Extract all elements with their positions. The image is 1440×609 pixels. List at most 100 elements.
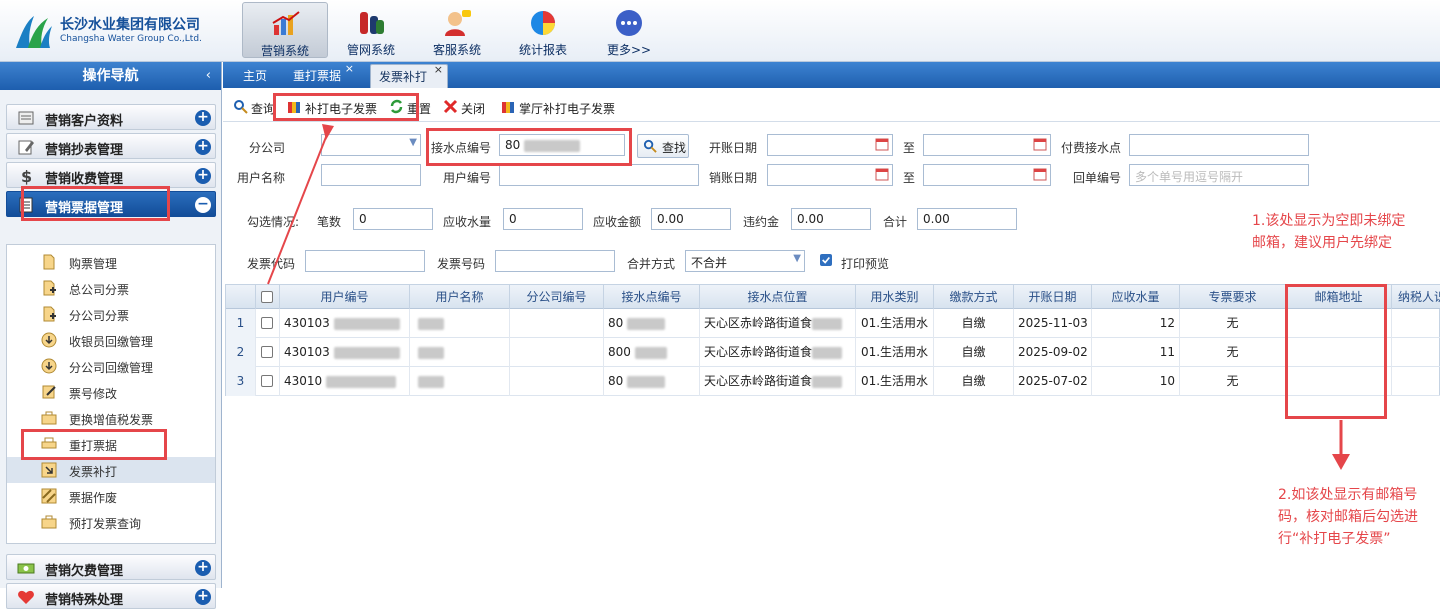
- nav-group-special[interactable]: 营销特殊处理 +: [6, 583, 216, 609]
- system-more-button[interactable]: 更多>>: [586, 2, 672, 58]
- column-header[interactable]: 用水类别: [856, 285, 934, 309]
- highlight-reprint-button: [273, 93, 419, 121]
- document-add-icon: [43, 280, 56, 296]
- close-button[interactable]: 关闭: [443, 98, 489, 116]
- cell-open-date: 2025-07-02: [1014, 367, 1092, 396]
- invoice-code-input[interactable]: [305, 250, 425, 272]
- expand-plus-icon[interactable]: +: [195, 560, 211, 576]
- column-header[interactable]: 用户编号: [280, 285, 410, 309]
- system-marketing-button[interactable]: 营销系统: [242, 2, 328, 58]
- menu-hq-split[interactable]: 总公司分票: [7, 275, 215, 301]
- tab-invoice-reprint[interactable]: 发票补打 ×: [370, 63, 448, 88]
- menu-vat-replace[interactable]: 更换增值税发票: [7, 405, 215, 431]
- tab-label: 重打票据: [293, 69, 342, 83]
- penalty-input: 0.00: [791, 208, 871, 230]
- system-service-button[interactable]: 客服系统: [414, 2, 500, 58]
- user-no-input[interactable]: [499, 164, 699, 186]
- menu-number-edit[interactable]: 票号修改: [7, 379, 215, 405]
- total-input: 0.00: [917, 208, 1017, 230]
- invoice-no-input[interactable]: [495, 250, 615, 272]
- cell-water-type: 01.生活用水: [856, 367, 934, 396]
- system-pipe-button[interactable]: 管网系统: [328, 2, 414, 58]
- cell-taxpayer: [1392, 338, 1440, 367]
- collapse-minus-icon[interactable]: −: [195, 197, 211, 213]
- receipt-no-input[interactable]: 多个单号用逗号隔开: [1129, 164, 1309, 186]
- menu-preprint-query[interactable]: 预打发票查询: [7, 509, 215, 535]
- annotation-note-1: 1.该处显示为空即未绑定邮箱，建议用户先绑定: [1252, 213, 1406, 251]
- download-circle-icon: [41, 358, 57, 374]
- main-content: 主页 重打票据 × 发票补打 × 查询 补打电子发票 重置 关闭 掌厅补打电子发票 …: [223, 62, 1440, 588]
- user-name-input[interactable]: [321, 164, 421, 186]
- row-checkbox[interactable]: [261, 346, 273, 358]
- table-row[interactable]: 3 43010 80 天心区赤岭路街道食 01.生活用水 自缴 2025-07-…: [226, 367, 1440, 396]
- calendar-icon[interactable]: [875, 137, 889, 151]
- tab-label: 发票补打: [379, 70, 428, 84]
- expand-plus-icon[interactable]: +: [195, 110, 211, 126]
- calendar-icon[interactable]: [1033, 137, 1047, 151]
- cancel-date-from[interactable]: [767, 164, 893, 186]
- expand-plus-icon[interactable]: +: [195, 139, 211, 155]
- menu-buy-invoice[interactable]: 购票管理: [7, 249, 215, 275]
- nav-group-customer[interactable]: 营销客户资料 +: [6, 104, 216, 130]
- nav-group-charge[interactable]: $ 营销收费管理 +: [6, 162, 216, 188]
- expand-plus-icon[interactable]: +: [195, 168, 211, 184]
- column-header[interactable]: 用户名称: [410, 285, 510, 309]
- menu-item-label: 预打发票查询: [69, 517, 142, 531]
- open-date-from[interactable]: [767, 134, 893, 156]
- print-preview-checkbox[interactable]: [820, 254, 832, 266]
- column-header[interactable]: 纳税人识: [1392, 285, 1440, 309]
- row-select-cell: [256, 367, 280, 396]
- tab-reprint-receipt[interactable]: 重打票据 ×: [293, 62, 354, 88]
- tab-home[interactable]: 主页: [243, 64, 273, 88]
- app-reprint-button[interactable]: 掌厅补打电子发票: [501, 98, 621, 116]
- menu-invoice-void[interactable]: 票据作废: [7, 483, 215, 509]
- open-date-label: 开账日期: [709, 141, 758, 155]
- expand-plus-icon[interactable]: +: [195, 589, 211, 605]
- branch-select[interactable]: ▼: [321, 134, 421, 156]
- merge-select[interactable]: 不合并 ▼: [685, 250, 805, 272]
- to-label: 至: [903, 141, 916, 155]
- column-header[interactable]: 分公司编号: [510, 285, 604, 309]
- download-circle-icon: [41, 332, 57, 348]
- row-checkbox[interactable]: [261, 375, 273, 387]
- branch-label: 分公司: [249, 141, 286, 155]
- column-header[interactable]: 接水点位置: [700, 285, 856, 309]
- system-label: 管网系统: [346, 43, 395, 57]
- tab-close-icon[interactable]: ×: [345, 57, 354, 81]
- pay-point-input[interactable]: [1129, 134, 1309, 156]
- company-logo: 长沙水业集团有限公司 Changsha Water Group Co.,Ltd.: [12, 12, 224, 52]
- table-row[interactable]: 2 430103 800 天心区赤岭路街道食 01.生活用水 自缴 2025-0…: [226, 338, 1440, 367]
- cell-user-no: 430103: [280, 338, 410, 367]
- select-all-checkbox[interactable]: [261, 291, 273, 303]
- calendar-icon[interactable]: [1033, 167, 1047, 181]
- search-icon: [643, 139, 657, 153]
- cancel-date-to[interactable]: [923, 164, 1051, 186]
- nav-group-meter[interactable]: 营销抄表管理 +: [6, 133, 216, 159]
- menu-invoice-reprint[interactable]: 发票补打: [7, 457, 215, 483]
- select-all-cell: [256, 285, 280, 309]
- open-date-to[interactable]: [923, 134, 1051, 156]
- table-row[interactable]: 1 430103 80 天心区赤岭路街道食 01.生活用水 自缴 2025-11…: [226, 309, 1440, 338]
- collapse-chevron-icon[interactable]: ‹: [206, 62, 211, 90]
- column-header[interactable]: 接水点编号: [604, 285, 700, 309]
- system-report-button[interactable]: 统计报表: [500, 2, 586, 58]
- highlight-point-no: [426, 128, 632, 166]
- menu-branch-return[interactable]: 分公司回缴管理: [7, 353, 215, 379]
- column-header[interactable]: 缴款方式: [934, 285, 1014, 309]
- column-header[interactable]: 应收水量: [1092, 285, 1180, 309]
- column-header[interactable]: 专票要求: [1180, 285, 1286, 309]
- nav-group-arrears[interactable]: 营销欠费管理 +: [6, 554, 216, 580]
- tab-close-icon[interactable]: ×: [434, 58, 443, 82]
- menu-item-label: 购票管理: [69, 257, 118, 271]
- row-checkbox[interactable]: [261, 317, 273, 329]
- find-button[interactable]: 查找: [637, 134, 689, 158]
- query-button[interactable]: 查询: [233, 98, 275, 116]
- row-select-cell: [256, 338, 280, 367]
- menu-branch-split[interactable]: 分公司分票: [7, 301, 215, 327]
- svg-text:$: $: [21, 167, 32, 185]
- column-header[interactable]: 开账日期: [1014, 285, 1092, 309]
- calendar-icon[interactable]: [875, 167, 889, 181]
- nav-title: 操作导航: [82, 68, 139, 84]
- menu-cashier-return[interactable]: 收银员回缴管理: [7, 327, 215, 353]
- cell-user-name: [410, 309, 510, 338]
